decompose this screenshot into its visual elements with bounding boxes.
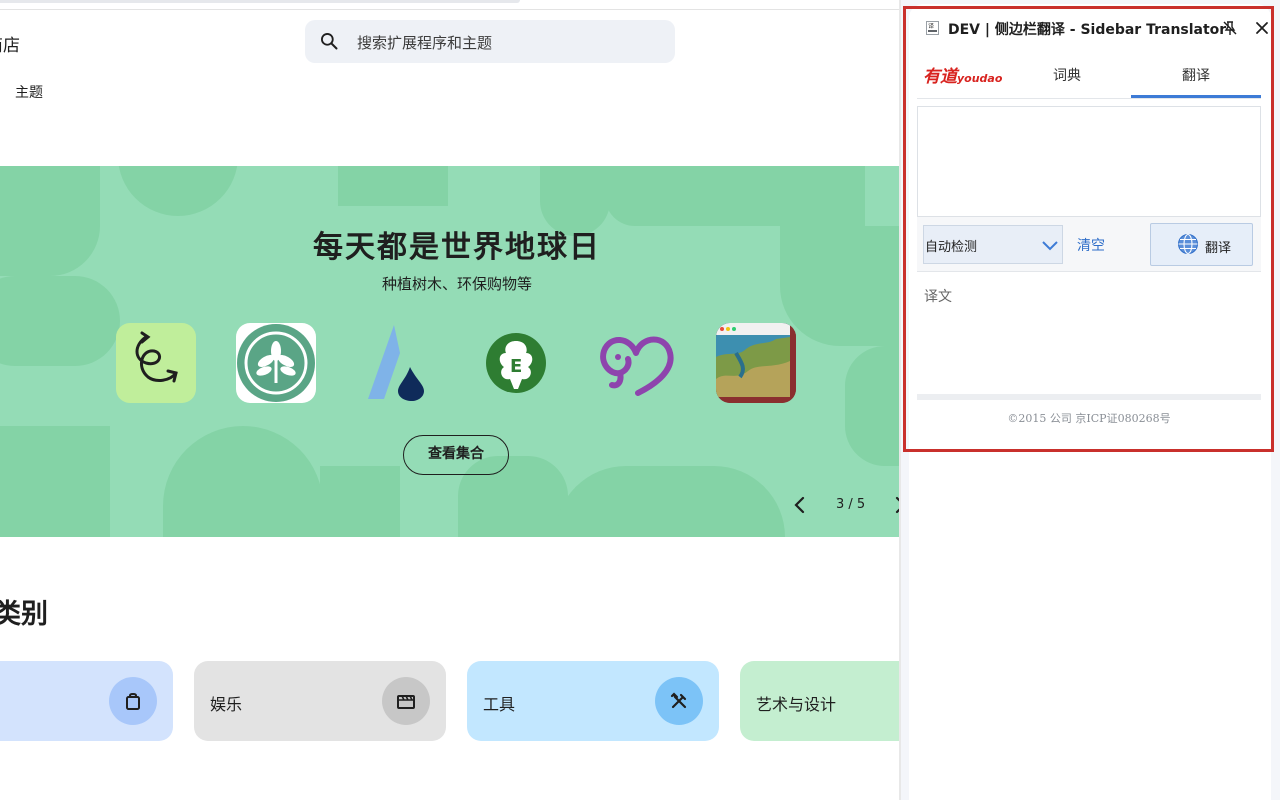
category-card-entertainment[interactable]: 娱乐 bbox=[194, 661, 446, 741]
banner-shape bbox=[320, 466, 400, 537]
category-label: 娱乐 bbox=[210, 695, 243, 714]
youdao-logo: 有道youdao bbox=[923, 67, 1003, 87]
banner-shape bbox=[163, 426, 323, 537]
translate-controls: 自动检测 清空 翻译 bbox=[917, 217, 1261, 272]
top-divider bbox=[0, 9, 899, 10]
shopping-bag-icon bbox=[109, 677, 157, 725]
copyright-text: ©2015 公司 京ICP证080268号 bbox=[1007, 412, 1171, 425]
tools-icon bbox=[655, 677, 703, 725]
categories-title: 类别 bbox=[0, 599, 48, 630]
source-text-input[interactable] bbox=[917, 106, 1261, 217]
top-scrollbar bbox=[0, 0, 520, 3]
globe-icon bbox=[1178, 233, 1198, 255]
translation-result: 译文 bbox=[917, 272, 1261, 392]
banner-shape bbox=[605, 166, 865, 226]
category-label: 工具 bbox=[483, 695, 516, 714]
banner-pager: 3 / 5 bbox=[836, 497, 866, 512]
banner-title: 每天都是世界地球日 bbox=[313, 230, 601, 265]
elephant-icon[interactable] bbox=[596, 323, 676, 403]
svg-text:E: E bbox=[510, 356, 522, 377]
language-select[interactable]: 自动检测 bbox=[923, 225, 1063, 264]
banner-shape bbox=[118, 166, 238, 216]
ecosia-spiral-icon[interactable] bbox=[116, 323, 196, 403]
tree-leaves-icon[interactable] bbox=[236, 323, 316, 403]
chevron-down-icon bbox=[1042, 241, 1058, 251]
active-tab-indicator bbox=[1131, 95, 1261, 98]
footer-divider bbox=[917, 394, 1261, 400]
chevron-left-icon[interactable] bbox=[791, 495, 809, 515]
language-select-value: 自动检测 bbox=[925, 240, 978, 255]
web-store-page: 商店 搜索扩展程序和主题 主题 每天都是世界地球日 种植树木、 bbox=[0, 0, 899, 800]
featured-banner: 每天都是世界地球日 种植树木、环保购物等 E 查看集合 3 / 5 bbox=[0, 166, 899, 537]
banner-subtitle: 种植树木、环保购物等 bbox=[381, 275, 532, 293]
translate-button[interactable]: 翻译 bbox=[1150, 223, 1253, 266]
store-name[interactable]: 商店 bbox=[0, 31, 20, 56]
result-label: 译文 bbox=[924, 289, 952, 305]
chevron-right-icon[interactable] bbox=[892, 495, 899, 515]
category-card-shopping[interactable] bbox=[0, 661, 173, 741]
tab-translate[interactable]: 翻译 bbox=[1182, 65, 1210, 85]
banner-shape bbox=[845, 346, 899, 466]
nav-item-themes[interactable]: 主题 bbox=[15, 82, 43, 102]
tab-dictionary[interactable]: 词典 bbox=[1053, 65, 1081, 85]
category-card-tools[interactable]: 工具 bbox=[467, 661, 719, 741]
e-tree-icon[interactable]: E bbox=[476, 323, 556, 403]
water-drop-icon[interactable] bbox=[356, 323, 436, 403]
browser-window: 商店 搜索扩展程序和主题 主题 每天都是世界地球日 种植树木、 bbox=[0, 0, 1280, 800]
view-collection-button[interactable]: 查看集合 bbox=[403, 435, 509, 475]
banner-shape bbox=[555, 466, 785, 537]
search-bar[interactable]: 搜索扩展程序和主题 bbox=[305, 20, 675, 63]
clear-button[interactable]: 清空 bbox=[1077, 235, 1105, 255]
search-icon bbox=[321, 33, 338, 50]
banner-shape bbox=[338, 166, 448, 206]
map-window-icon[interactable] bbox=[716, 323, 796, 403]
banner-shape bbox=[0, 426, 110, 537]
clapperboard-icon bbox=[382, 677, 430, 725]
translate-button-label: 翻译 bbox=[1205, 241, 1232, 256]
category-label: 艺术与设计 bbox=[756, 695, 837, 714]
category-card-art-design[interactable]: 艺术与设计 bbox=[740, 661, 899, 741]
search-input[interactable]: 搜索扩展程序和主题 bbox=[357, 32, 492, 53]
translator-tabs: 有道youdao 词典 翻译 bbox=[917, 52, 1261, 99]
